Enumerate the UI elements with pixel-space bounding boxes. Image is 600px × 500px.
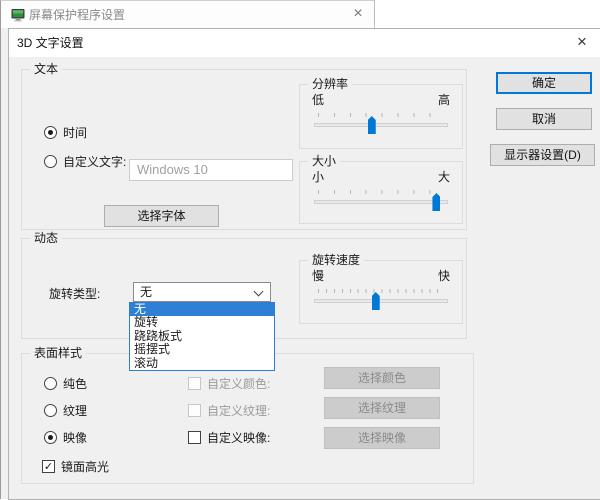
resolution-high-label: 高	[438, 91, 450, 108]
radio-texture-icon	[44, 404, 57, 417]
size-slider-track	[314, 200, 448, 204]
checkbox-custom-texture-label: 自定义纹理:	[207, 402, 270, 419]
checkbox-custom-color: 自定义颜色:	[188, 376, 270, 391]
checkbox-custom-reflection[interactable]: 自定义映像:	[188, 430, 270, 445]
radio-custom-text-label: 自定义文字:	[63, 153, 126, 170]
background-window-title: 屏幕保护程序设置	[29, 1, 125, 29]
resolution-slider-track	[314, 123, 448, 127]
dialog-titlebar: 3D 文字设置 ×	[9, 29, 600, 57]
rotation-type-dropdown: 无 旋转 跷跷板式 摇摆式 滚动	[129, 302, 275, 371]
radio-custom-text[interactable]: 自定义文字:	[44, 154, 126, 169]
surface-style-group-label: 表面样式	[30, 346, 86, 361]
size-group-label: 大小	[308, 154, 340, 169]
checkbox-custom-color-icon	[188, 377, 201, 390]
radio-solid-color-icon	[44, 377, 57, 390]
resolution-slider-thumb[interactable]	[368, 116, 376, 134]
checkbox-specular-highlight[interactable]: ✓ 镜面高光	[42, 459, 109, 474]
rotation-type-label: 旋转类型:	[49, 285, 100, 302]
dropdown-item-seesaw[interactable]: 跷跷板式	[130, 330, 274, 343]
radio-reflection[interactable]: 映像	[44, 430, 87, 445]
dropdown-item-spin[interactable]: 旋转	[130, 316, 274, 329]
size-small-label: 小	[312, 168, 324, 185]
radio-texture-label: 纹理	[63, 402, 87, 419]
size-large-label: 大	[438, 168, 450, 185]
text-group-label: 文本	[30, 62, 62, 77]
radio-reflection-icon	[44, 431, 57, 444]
radio-time-icon	[44, 126, 57, 139]
speed-slider-ticks	[318, 289, 445, 293]
speed-slider-thumb[interactable]	[372, 292, 380, 310]
size-slider-ticks	[318, 190, 445, 194]
display-settings-button[interactable]: 显示器设置(D)	[490, 144, 595, 166]
size-slider-thumb[interactable]	[432, 193, 440, 211]
dropdown-item-wobble[interactable]: 摇摆式	[130, 343, 274, 356]
checkbox-custom-texture-icon	[188, 404, 201, 417]
background-close-icon[interactable]: ×	[341, 1, 375, 29]
checkbox-custom-color-label: 自定义颜色:	[207, 375, 270, 392]
rotation-type-value: 无	[140, 285, 152, 299]
3d-text-settings-dialog: 3D 文字设置 × 文本 时间 自定义文字: Windows 10 选择字体 分…	[8, 28, 600, 500]
radio-time-label: 时间	[63, 124, 87, 141]
checkbox-specular-highlight-icon: ✓	[42, 460, 55, 473]
choose-texture-button: 选择纹理	[324, 397, 440, 419]
radio-solid-color-label: 纯色	[63, 375, 87, 392]
choose-font-button[interactable]: 选择字体	[104, 205, 219, 227]
dropdown-item-tumble[interactable]: 滚动	[130, 357, 274, 370]
radio-texture[interactable]: 纹理	[44, 403, 87, 418]
speed-fast-label: 快	[438, 267, 450, 284]
radio-solid-color[interactable]: 纯色	[44, 376, 87, 391]
motion-group-label: 动态	[30, 231, 62, 246]
choose-reflection-button: 选择映像	[324, 427, 440, 449]
resolution-slider-ticks	[318, 113, 445, 117]
checkbox-custom-reflection-icon	[188, 431, 201, 444]
radio-custom-text-icon	[44, 155, 57, 168]
rotation-speed-group-label: 旋转速度	[308, 253, 364, 268]
checkbox-custom-texture: 自定义纹理:	[188, 403, 270, 418]
resolution-low-label: 低	[312, 91, 324, 108]
checkbox-specular-highlight-label: 镜面高光	[61, 458, 109, 475]
rotation-type-combobox[interactable]: 无	[133, 282, 271, 302]
speed-slow-label: 慢	[312, 267, 324, 284]
checkbox-custom-reflection-label: 自定义映像:	[207, 429, 270, 446]
resolution-group-label: 分辨率	[308, 77, 352, 92]
custom-text-input: Windows 10	[129, 159, 293, 181]
screensaver-app-icon	[11, 8, 25, 22]
surface-style-group: 表面样式 纯色 纹理 映像 ✓ 镜面高光 自定义颜色: 自定义纹理: 自定义映像…	[21, 353, 474, 484]
choose-color-button: 选择颜色	[324, 367, 440, 389]
speed-slider-track	[314, 299, 448, 303]
radio-reflection-label: 映像	[63, 429, 87, 446]
ok-button[interactable]: 确定	[496, 72, 592, 94]
background-window-edge	[374, 0, 375, 28]
size-group: 大小 小 大	[299, 161, 463, 224]
resolution-group: 分辨率 低 高	[299, 84, 463, 149]
close-icon[interactable]: ×	[565, 29, 599, 57]
radio-time[interactable]: 时间	[44, 125, 87, 140]
rotation-speed-group: 旋转速度 慢 快	[299, 260, 463, 324]
cancel-button[interactable]: 取消	[496, 108, 592, 130]
chevron-down-icon	[254, 287, 264, 297]
dialog-title: 3D 文字设置	[17, 29, 84, 57]
background-window-titlebar: 屏幕保护程序设置 ×	[0, 0, 375, 28]
